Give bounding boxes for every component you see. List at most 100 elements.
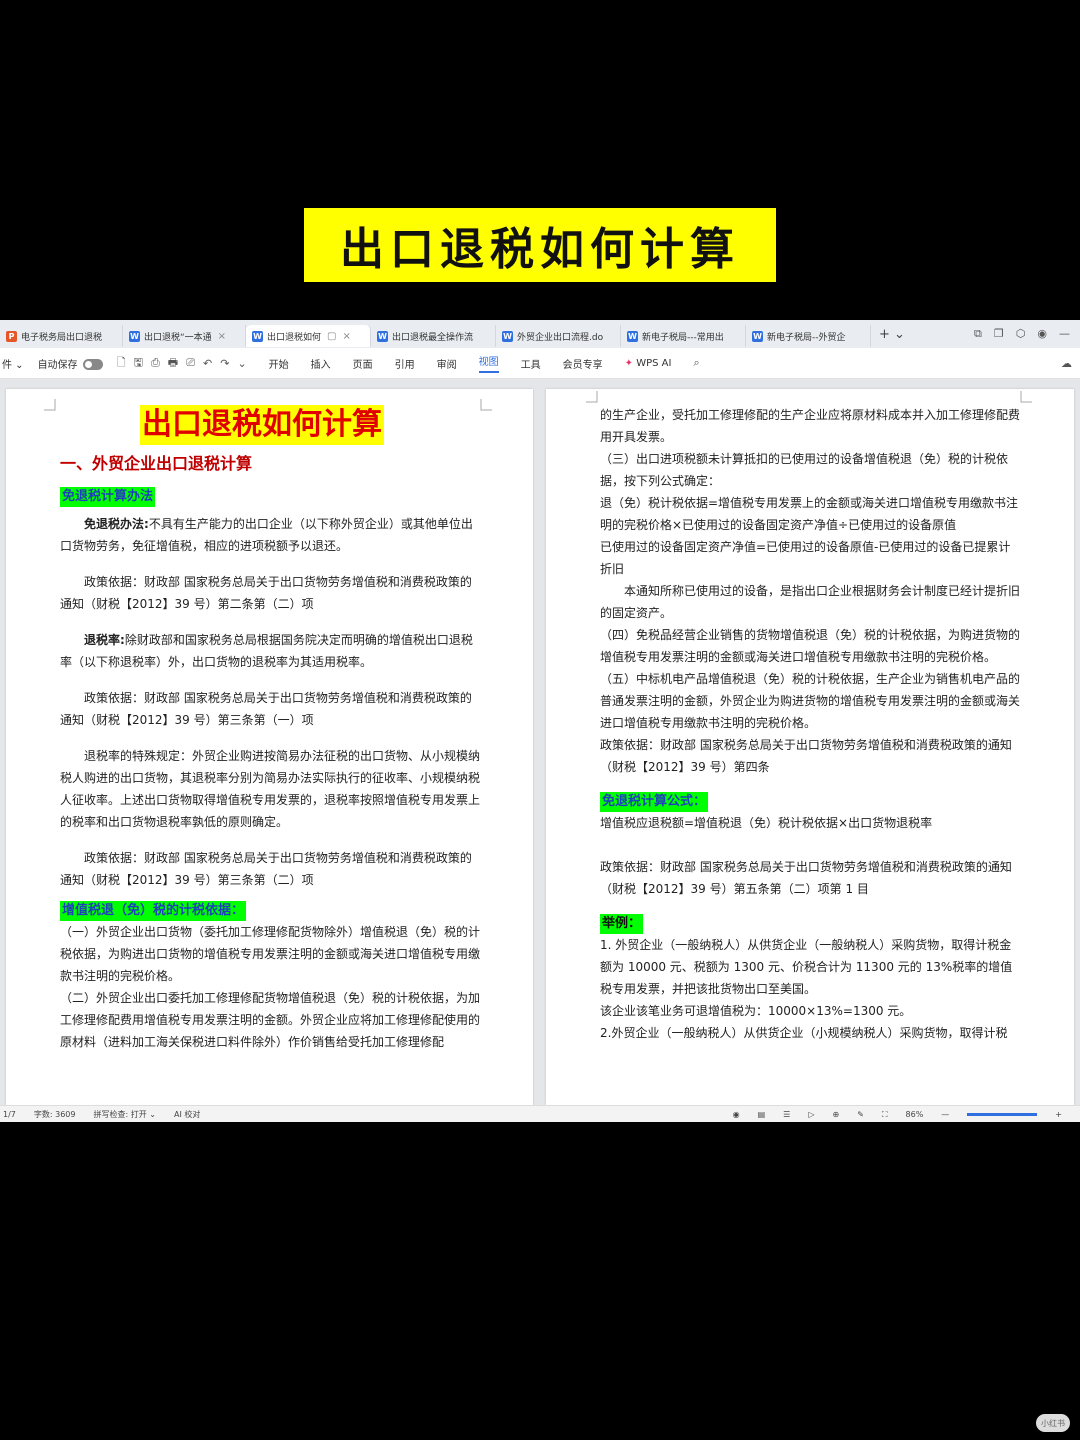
cloud-icon[interactable]: ☁ (1061, 357, 1072, 370)
paragraph: 免退税办法:不具有生产能力的出口企业（以下称外贸企业）或其他单位出口货物劳务，免… (60, 513, 480, 557)
policy-basis: 政策依据：财政部 国家税务总局关于出口货物劳务增值税和消费税政策的通知（财税【2… (600, 738, 1012, 774)
search-icon[interactable]: ⌕ (693, 356, 699, 370)
menu-view[interactable]: 视图 (478, 353, 499, 373)
tab-label: 出口退税如何 (267, 332, 322, 343)
tab-label: 出口退税“一本通 (144, 332, 212, 343)
print-icon[interactable]: 🖶 (168, 354, 178, 373)
restore-icon[interactable]: ❐ (994, 327, 1004, 341)
tab-label: 外贸企业出口流程.do (517, 332, 604, 343)
pen-icon[interactable]: ✎ (857, 1110, 864, 1119)
example-paragraph: 2.外贸企业（一般纳税人）从供货企业（小规模纳税人）采购货物，取得计税 (600, 1026, 1008, 1040)
chevron-down-icon[interactable]: ⌄ (237, 357, 246, 370)
section-heading: 免退税计算公式： (600, 792, 709, 812)
play-icon[interactable]: ▷ (808, 1110, 814, 1119)
redo-icon[interactable]: ↷ (220, 357, 229, 370)
cube-icon[interactable]: ⬡ (1016, 327, 1026, 341)
word-count[interactable]: 字数: 3609 (34, 1109, 76, 1120)
menu-home[interactable]: 开始 (269, 356, 289, 371)
zoom-level[interactable]: 86% (906, 1110, 924, 1119)
menu-member[interactable]: 会员专享 (563, 356, 603, 371)
ppt-icon: P (6, 330, 17, 342)
minimize-icon[interactable]: — (1059, 327, 1070, 341)
web-icon[interactable]: ⊕ (833, 1110, 840, 1119)
margin-corner-mark (586, 391, 598, 403)
tab-doc-2[interactable]: W 出口退税“一本通 × (123, 325, 246, 347)
status-bar: 1/7 字数: 3609 拼写检查: 打开 ⌄ AI 校对 ◉ ▤ ☰ ▷ ⊕ … (0, 1105, 1080, 1122)
add-tab-button[interactable]: + ⌄ (879, 327, 905, 342)
fit-icon[interactable]: ⛶ (882, 1110, 888, 1120)
formula: 增值税应退税额=增值税退（免）税计税依据×出口货物退税率 (600, 816, 933, 830)
document-workspace: 出口退税如何计算 一、外贸企业出口退税计算 免退税计算办法 免退税办法:不具有生… (0, 379, 1080, 1105)
zoom-slider[interactable] (967, 1113, 1038, 1116)
watermark: 小红书 (1036, 1414, 1070, 1432)
section-heading: 举例： (600, 914, 644, 934)
tab-doc-4[interactable]: W 出口退税最全操作流 (371, 325, 496, 347)
policy-basis: 政策依据：财政部 国家税务总局关于出口货物劳务增值税和消费税政策的通知（财税【2… (600, 860, 1012, 896)
zoom-out-icon[interactable]: — (941, 1110, 949, 1119)
wps-ai-label: WPS AI (636, 357, 672, 369)
page-2-content: 的生产企业，受托加工修理修配的生产企业应将原材料成本并入加工修理修配费用开具发票… (600, 404, 1020, 1044)
page-view-icon[interactable]: ▤ (758, 1110, 766, 1119)
section-heading: 增值税退（免）税的计税依据： (60, 901, 247, 921)
tab-doc-5[interactable]: W 外贸企业出口流程.do (496, 325, 621, 347)
share-icon[interactable]: ⧉ (974, 327, 982, 341)
heading-1: 一、外贸企业出口退税计算 (60, 454, 253, 473)
avatar[interactable]: ◉ (1037, 327, 1047, 341)
spell-check[interactable]: 拼写检查: 打开 ⌄ (93, 1109, 155, 1120)
page-1-content: 出口退税如何计算 一、外贸企业出口退税计算 免退税计算办法 免退税办法:不具有生… (60, 405, 480, 1053)
preview-icon[interactable]: ⎚ (186, 356, 195, 370)
undo-icon[interactable]: ↶ (203, 357, 212, 370)
banner-title: 出口退税如何计算 (340, 224, 740, 275)
paragraph: 本通知所称已使用过的设备，是指出口企业根据财务会计制度已经计提折旧的固定资产。 (600, 584, 1021, 620)
menu-insert[interactable]: 插入 (311, 356, 331, 371)
formula: 已使用过的设备固定资产净值=已使用过的设备原值-已使用过的设备已提累计折旧 (600, 540, 1011, 576)
doc-title: 出口退税如何计算 (140, 405, 384, 445)
autosave-toggle[interactable] (82, 359, 103, 370)
page-2: 的生产企业，受托加工修理修配的生产企业应将原材料成本并入加工修理修配费用开具发票… (546, 389, 1074, 1105)
menu-references[interactable]: 引用 (395, 356, 415, 371)
tab-label: 电子税务局出口退税 (21, 332, 103, 343)
formula: 退（免）税计税依据=增值税专用发票上的金额或海关进口增值税专用缴款书注明的完税价… (600, 496, 1019, 532)
wps-ai-icon: ✦ (624, 357, 634, 369)
policy-basis: 政策依据：财政部 国家税务总局关于出口货物劳务增值税和消费税政策的通知（财税【2… (60, 691, 472, 727)
tab-label: 新电子税局--外贸企 (767, 332, 846, 343)
ai-proofread[interactable]: AI 校对 (174, 1109, 200, 1120)
example-paragraph: 该企业该笔业务可退增值税为：10000×13%=1300 元。 (600, 1004, 912, 1018)
new-doc-icon[interactable]: 🗋 (117, 354, 126, 373)
page-indicator[interactable]: 1/7 (3, 1110, 16, 1119)
close-icon[interactable]: × (342, 331, 350, 342)
word-icon: W (377, 330, 388, 342)
paragraph: （三）出口进项税额未计算抵扣的已使用过的设备增值税退（免）税的计税依据，按下列公… (600, 452, 1009, 488)
paragraph: 退税率的特殊规定：外贸企业购进按简易办法征税的出口货物、从小规模纳税人购进的出口… (60, 749, 481, 829)
term-bold: 免退税办法: (84, 517, 149, 531)
word-icon: W (252, 330, 263, 342)
comment-icon[interactable]: ▢ (327, 331, 336, 342)
pdf-icon[interactable]: ⎙ (151, 356, 160, 370)
tab-doc-6[interactable]: W 新电子税局---常用出 (621, 325, 746, 347)
paragraph: （二）外贸企业出口委托加工修理修配货物增值税退（免）税的计税依据，为加工修理修配… (60, 991, 481, 1049)
tab-doc-7[interactable]: W 新电子税局--外贸企 (746, 325, 871, 347)
tab-label: 出口退税最全操作流 (392, 332, 474, 343)
paragraph: 退税率:除财政部和国家税务总局根据国务院决定而明确的增值税出口退税率（以下称退税… (60, 629, 480, 673)
term-bold: 退税率: (84, 633, 125, 647)
menu-page[interactable]: 页面 (353, 356, 373, 371)
autosave-label: 自动保存 (38, 356, 103, 371)
menu-tools[interactable]: 工具 (521, 356, 541, 371)
title-banner: 出口退税如何计算 (304, 208, 776, 282)
word-icon: W (752, 330, 763, 342)
tab-doc-3-active[interactable]: W 出口退税如何 ▢ × (246, 325, 371, 347)
file-menu[interactable]: 件 ⌄ (2, 356, 24, 371)
section-heading: 免退税计算办法 (60, 487, 156, 507)
word-icon: W (502, 330, 513, 342)
tab-doc-1[interactable]: P 电子税务局出口退税 (0, 325, 123, 347)
margin-corner-mark (480, 399, 492, 411)
zoom-in-icon[interactable]: + (1055, 1110, 1062, 1119)
close-icon[interactable]: × (218, 331, 226, 342)
menu-wps-ai[interactable]: ✦ WPS AI (625, 358, 672, 369)
margin-corner-mark (44, 399, 56, 411)
save-icon[interactable]: 🖫 (134, 354, 143, 373)
page-1: 出口退税如何计算 一、外贸企业出口退税计算 免退税计算办法 免退税办法:不具有生… (6, 389, 533, 1105)
menu-review[interactable]: 审阅 (437, 356, 457, 371)
outline-icon[interactable]: ☰ (783, 1110, 790, 1119)
eye-icon[interactable]: ◉ (733, 1110, 740, 1119)
